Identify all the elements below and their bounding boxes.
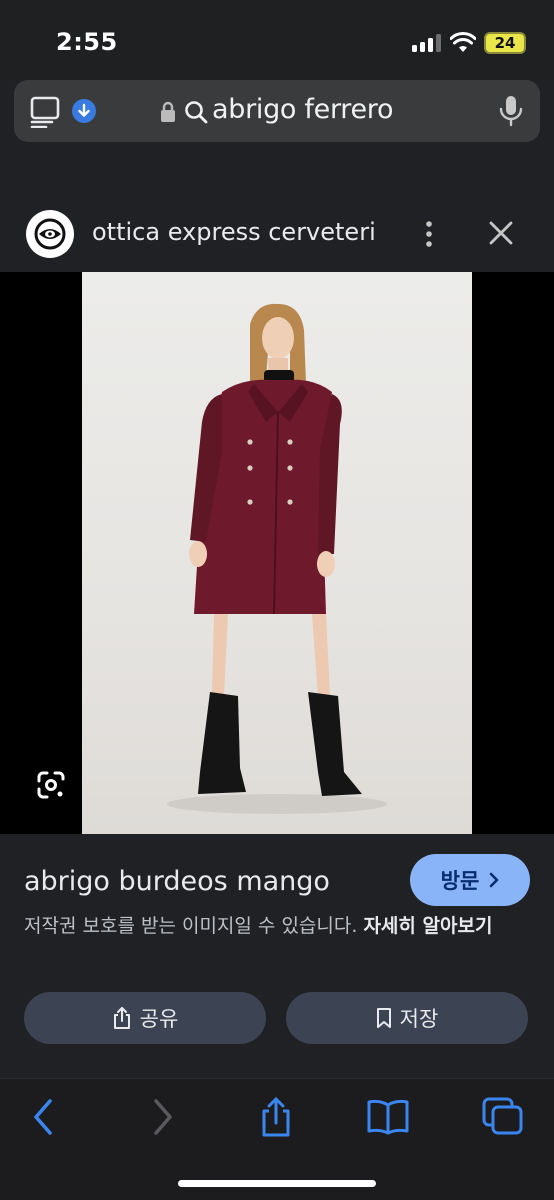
close-icon[interactable] (488, 220, 514, 246)
back-icon[interactable] (22, 1097, 66, 1137)
search-icon (185, 101, 208, 124)
chevron-right-icon (490, 872, 499, 888)
forward-icon[interactable] (140, 1097, 184, 1137)
cellular-signal-icon (412, 34, 442, 52)
battery-level: 24 (494, 34, 516, 52)
image-panel-header: ottica express cerveteri (0, 196, 554, 272)
tabs-icon[interactable] (30, 96, 60, 128)
copyright-notice: 저작권 보호를 받는 이미지일 수 있습니다. 자세히 알아보기 (24, 912, 534, 940)
bookmark-icon (376, 1008, 391, 1028)
home-indicator (178, 1180, 376, 1187)
tabs-overview-icon[interactable] (482, 1097, 526, 1137)
save-button-label: 저장 (399, 1007, 439, 1031)
share-icon (113, 1007, 130, 1029)
result-info-panel: abrigo burdeos mango 방문 저작권 보호를 받는 이미지일 … (0, 834, 554, 1074)
search-query[interactable]: abrigo ferrero (212, 94, 394, 125)
product-image[interactable] (82, 272, 472, 834)
copyright-text: 저작권 보호를 받는 이미지일 수 있습니다. (24, 915, 358, 937)
google-lens-icon[interactable] (36, 770, 66, 800)
safari-share-icon[interactable] (254, 1097, 298, 1137)
bookmarks-book-icon[interactable] (366, 1097, 410, 1137)
download-icon[interactable] (72, 99, 96, 123)
source-site-name[interactable]: ottica express cerveteri (92, 218, 376, 246)
site-logo (26, 210, 74, 258)
lock-icon (161, 101, 175, 122)
image-preview-area (0, 272, 554, 834)
address-bar[interactable]: abrigo ferrero (14, 80, 540, 142)
result-title[interactable]: abrigo burdeos mango (24, 866, 330, 897)
wifi-icon (450, 32, 476, 52)
mic-icon[interactable] (498, 94, 524, 128)
save-button[interactable]: 저장 (286, 992, 528, 1044)
status-time: 2:55 (56, 28, 118, 56)
status-bar: 2:55 24 (0, 0, 554, 80)
more-vert-icon[interactable] (424, 220, 434, 248)
visit-button[interactable]: 방문 (410, 854, 530, 906)
learn-more-link[interactable]: 자세히 알아보기 (363, 915, 492, 937)
visit-button-label: 방문 (440, 869, 480, 893)
battery-indicator: 24 (484, 32, 526, 54)
share-button[interactable]: 공유 (24, 992, 266, 1044)
share-button-label: 공유 (139, 1007, 179, 1031)
